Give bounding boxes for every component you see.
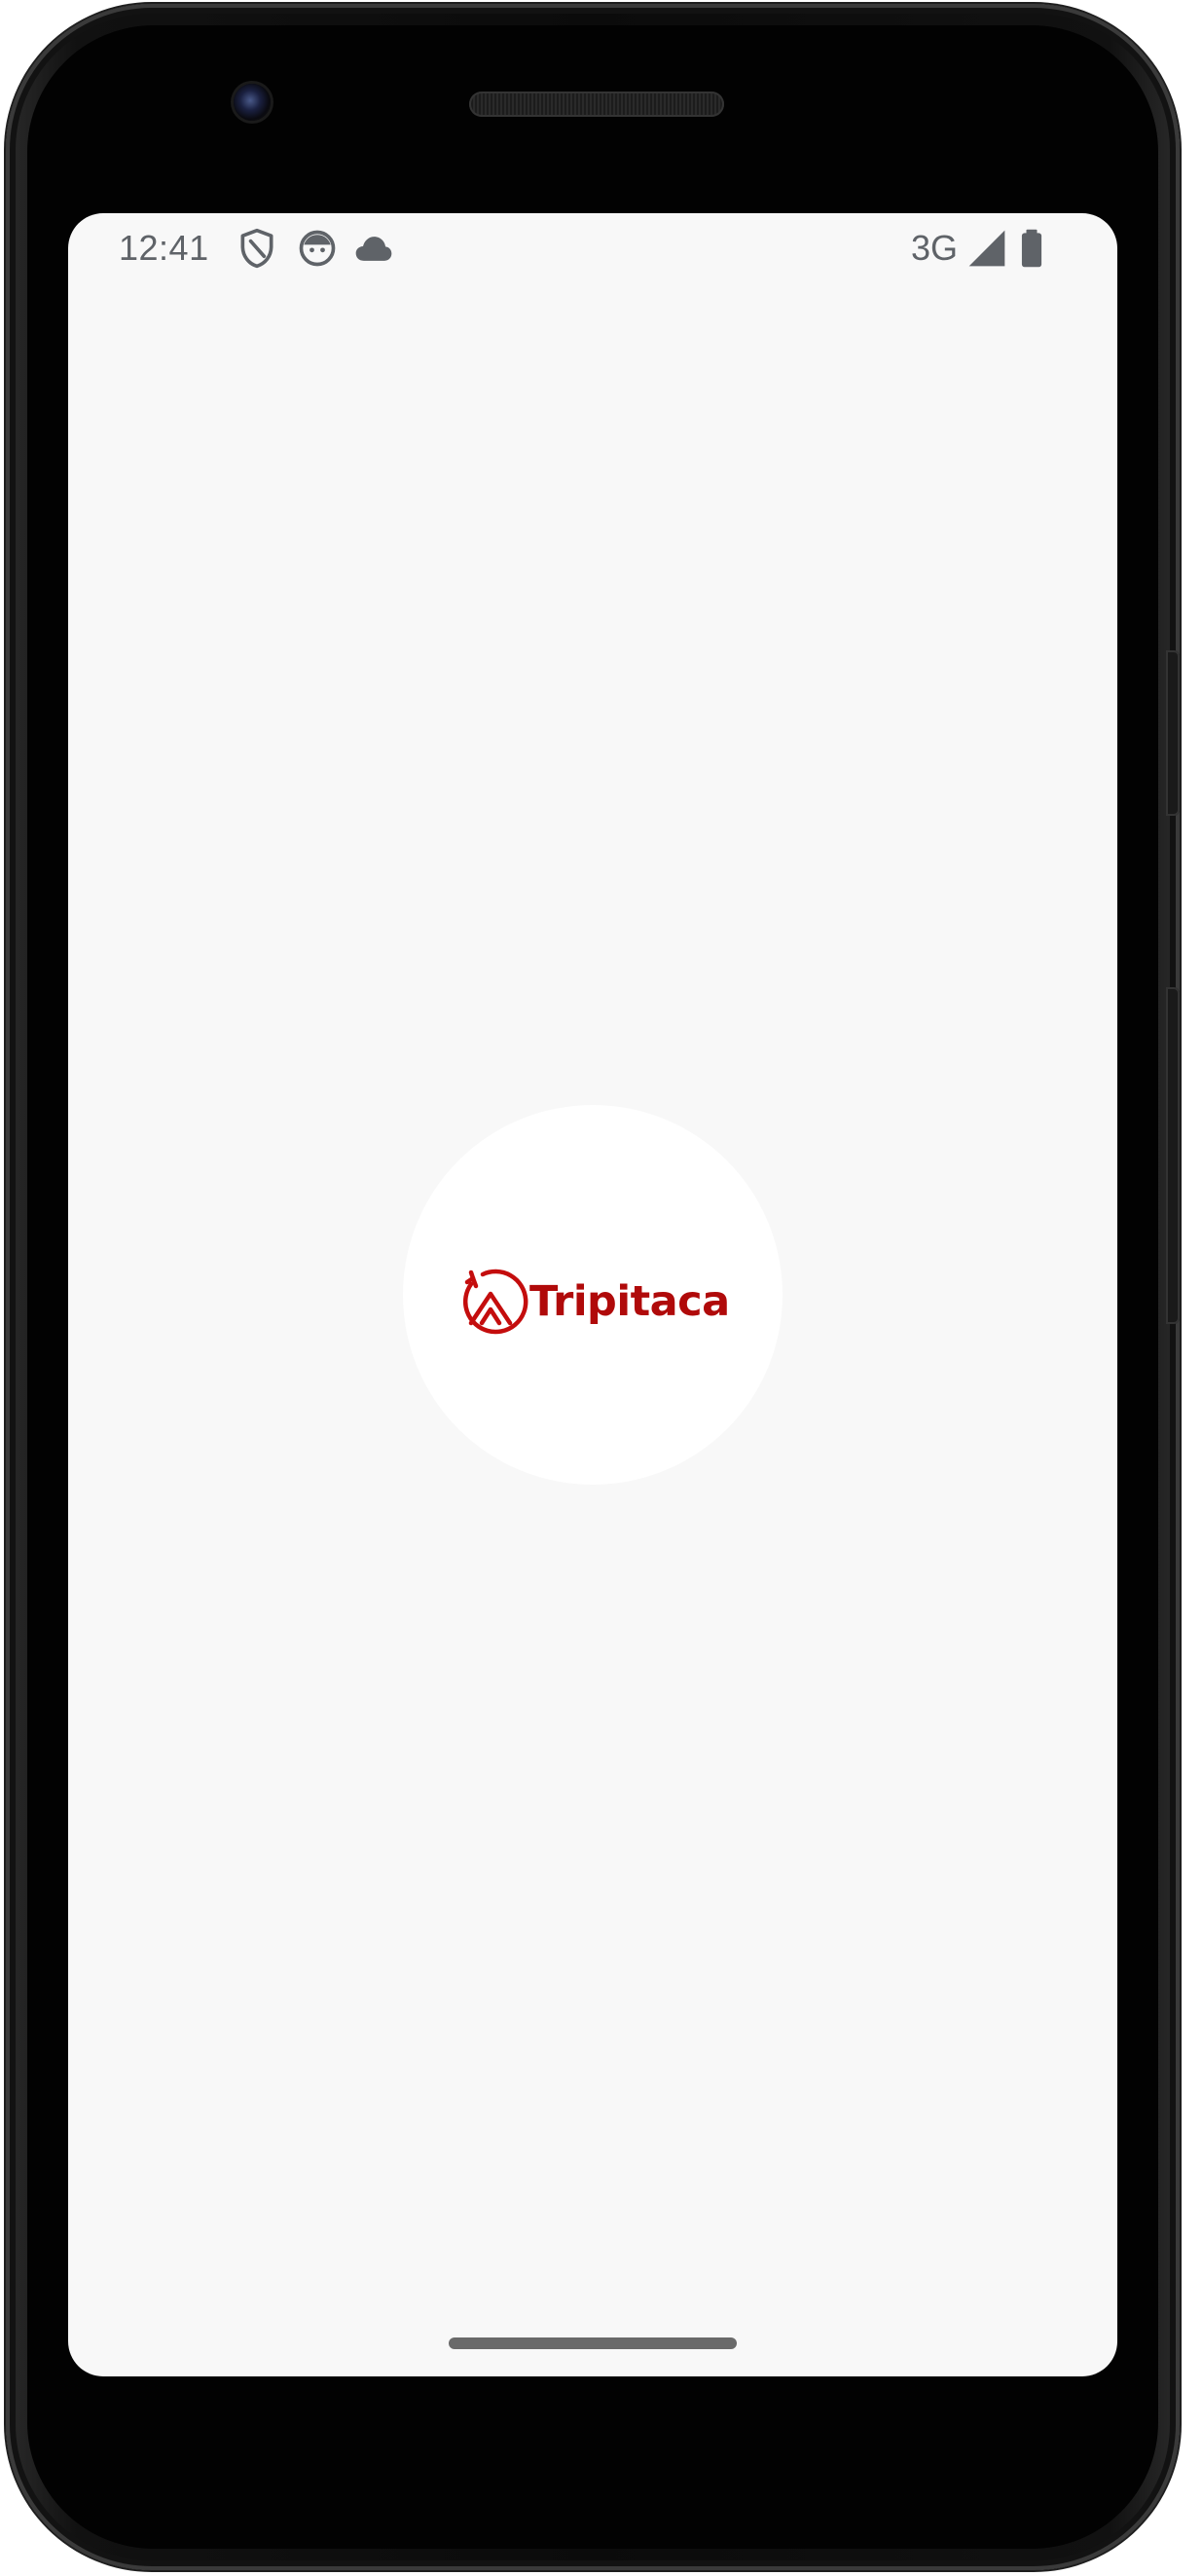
network-type: 3G: [911, 228, 959, 268]
battery-icon: [1021, 229, 1042, 268]
status-time: 12:41: [119, 228, 209, 268]
cell-signal-icon: [968, 230, 1005, 267]
volume-rocker: [1166, 987, 1180, 1324]
front-camera: [234, 84, 271, 121]
tripitaca-logo-icon: Tripitaca: [462, 1269, 730, 1335]
earpiece-speaker: [469, 92, 724, 117]
status-bar: 12:41 3G: [68, 213, 1117, 283]
power-button: [1166, 650, 1180, 816]
app-screen: 12:41 3G Tripitaca: [68, 213, 1117, 2376]
shield-icon: [240, 228, 273, 269]
face-icon: [299, 230, 336, 267]
splash-logo-container: Tripitaca: [403, 1105, 783, 1485]
gesture-nav-handle[interactable]: [449, 2337, 737, 2349]
cloud-icon: [355, 237, 392, 261]
svg-text:Tripitaca: Tripitaca: [529, 1277, 730, 1326]
